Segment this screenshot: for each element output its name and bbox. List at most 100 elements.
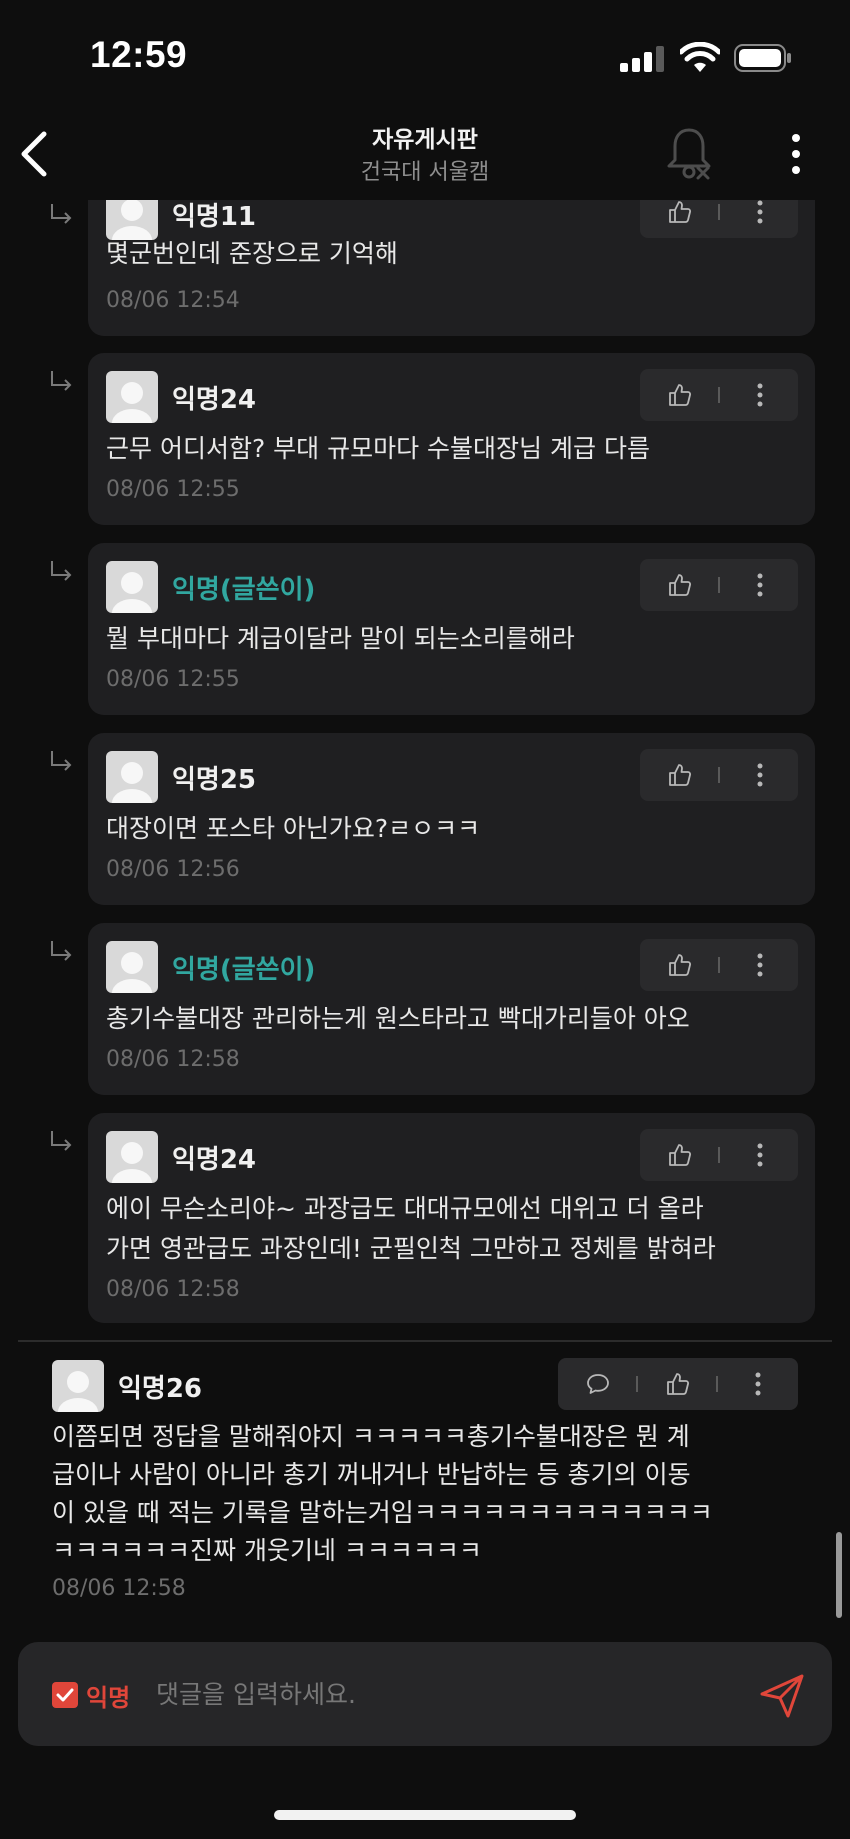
reply-card: 익명25 대장이면 포스타 아닌가요?ㄹㅇㅋㅋ 08/06 12:56 bbox=[88, 733, 815, 905]
thumbs-up-icon bbox=[669, 764, 692, 786]
reply-arrow-icon bbox=[51, 371, 72, 391]
like-button[interactable] bbox=[650, 749, 710, 801]
comment-actions bbox=[640, 749, 798, 801]
more-vertical-icon bbox=[757, 573, 763, 597]
comment-timestamp: 08/06 12:56 bbox=[106, 857, 240, 882]
comment-author: 익명11 bbox=[172, 202, 257, 232]
comment-timestamp: 08/06 12:58 bbox=[106, 1047, 240, 1072]
comment-timestamp: 08/06 12:58 bbox=[106, 1277, 240, 1302]
checkmark-icon bbox=[56, 1688, 74, 1702]
thumbs-up-icon bbox=[669, 954, 692, 976]
avatar bbox=[106, 371, 158, 423]
comment-feed[interactable]: 익명11 몇군번인데 준장으로 기억해 08/06 12:54 익명24 근무 … bbox=[0, 200, 850, 1632]
avatar bbox=[52, 1360, 104, 1412]
comment-input[interactable] bbox=[156, 1670, 716, 1718]
comment-body: 이쯤되면 정답을 말해줘야지 ㅋㅋㅋㅋㅋ총기수불대장은 뭔 계 급이나 사람이 … bbox=[52, 1422, 713, 1565]
like-button[interactable] bbox=[650, 939, 710, 991]
status-bar: 12:59 bbox=[0, 0, 850, 110]
comment-body: 뭘 부대마다 계급이달라 말이 되는소리를해라 bbox=[106, 624, 575, 653]
comment-timestamp: 08/06 12:54 bbox=[106, 288, 240, 313]
more-vertical-icon bbox=[757, 200, 763, 224]
board-subtitle: 건국대 서울캠 bbox=[360, 160, 490, 185]
more-vertical-icon bbox=[755, 1372, 761, 1396]
reply-item: 익명(글쓴이) 뭘 부대마다 계급이달라 말이 되는소리를해라 08/06 12… bbox=[0, 543, 850, 715]
more-vertical-icon bbox=[757, 1143, 763, 1167]
comment-actions bbox=[640, 200, 798, 238]
comment-more-button[interactable] bbox=[730, 559, 790, 611]
reply-arrow-icon bbox=[51, 1131, 72, 1151]
status-time: 12:59 bbox=[90, 34, 188, 75]
action-separator bbox=[718, 1147, 720, 1163]
comment-author: 익명25 bbox=[172, 765, 257, 795]
comment-body: 총기수불대장 관리하는게 원스타라고 빡대가리들아 아오 bbox=[106, 1004, 690, 1033]
action-separator bbox=[716, 1376, 718, 1392]
comment-more-button[interactable] bbox=[730, 939, 790, 991]
reply-arrow-icon bbox=[51, 561, 72, 581]
comment-author: 익명26 bbox=[118, 1374, 203, 1404]
comment-more-button[interactable] bbox=[730, 369, 790, 421]
send-icon[interactable] bbox=[758, 1672, 806, 1720]
comment-composer: 익명 bbox=[18, 1642, 832, 1746]
like-button[interactable] bbox=[648, 1358, 708, 1410]
battery-icon bbox=[734, 44, 791, 72]
bell-off-icon[interactable] bbox=[664, 126, 714, 182]
comment-actions bbox=[640, 939, 798, 991]
comment-timestamp: 08/06 12:58 bbox=[52, 1576, 186, 1601]
comment-more-button[interactable] bbox=[730, 749, 790, 801]
comment-timestamp: 08/06 12:55 bbox=[106, 477, 240, 502]
more-vertical-icon bbox=[757, 763, 763, 787]
reply-item: 익명11 몇군번인데 준장으로 기억해 08/06 12:54 bbox=[0, 200, 850, 340]
comment-author: 익명24 bbox=[172, 385, 257, 415]
action-separator bbox=[718, 767, 720, 783]
comment-body: 에이 무슨소리야~ 과장급도 대대규모에선 대위고 더 올라 가면 영관급도 과… bbox=[106, 1194, 716, 1263]
comment-actions bbox=[640, 1129, 798, 1181]
reply-card: 익명(글쓴이) 총기수불대장 관리하는게 원스타라고 빡대가리들아 아오 08/… bbox=[88, 923, 815, 1095]
avatar bbox=[106, 941, 158, 993]
action-separator bbox=[718, 204, 720, 220]
reply-button[interactable] bbox=[568, 1358, 628, 1410]
reply-item: 익명24 에이 무슨소리야~ 과장급도 대대규모에선 대위고 더 올라 가면 영… bbox=[0, 1113, 850, 1325]
thumbs-up-icon bbox=[669, 574, 692, 596]
more-vertical-icon[interactable] bbox=[784, 128, 808, 180]
comment-more-button[interactable] bbox=[728, 1358, 788, 1410]
cellular-signal-icon bbox=[620, 46, 664, 72]
reply-item: 익명(글쓴이) 총기수불대장 관리하는게 원스타라고 빡대가리들아 아오 08/… bbox=[0, 923, 850, 1095]
thumbs-up-icon bbox=[669, 384, 692, 406]
like-button[interactable] bbox=[650, 369, 710, 421]
anonymous-checkbox[interactable] bbox=[52, 1682, 78, 1708]
comment-body: 몇군번인데 준장으로 기억해 bbox=[106, 239, 398, 268]
comment-author-op: 익명(글쓴이) bbox=[172, 955, 316, 985]
nav-header: 자유게시판 건국대 서울캠 bbox=[0, 110, 850, 200]
like-button[interactable] bbox=[650, 200, 710, 238]
comment-body: 대장이면 포스타 아닌가요?ㄹㅇㅋㅋ bbox=[106, 814, 481, 843]
reply-item: 익명25 대장이면 포스타 아닌가요?ㄹㅇㅋㅋ 08/06 12:56 bbox=[0, 733, 850, 905]
reply-arrow-icon bbox=[51, 751, 72, 771]
wifi-icon bbox=[680, 42, 720, 72]
comment-more-button[interactable] bbox=[730, 1129, 790, 1181]
comment-body: 근무 어디서함? 부대 규모마다 수불대장님 계급 다름 bbox=[106, 434, 650, 463]
reply-card: 익명11 몇군번인데 준장으로 기억해 08/06 12:54 bbox=[88, 200, 815, 336]
reply-card: 익명24 근무 어디서함? 부대 규모마다 수불대장님 계급 다름 08/06 … bbox=[88, 353, 815, 525]
board-title: 자유게시판 bbox=[372, 127, 478, 153]
thumbs-up-icon bbox=[669, 1144, 692, 1166]
like-button[interactable] bbox=[650, 559, 710, 611]
comment-author: 익명24 bbox=[172, 1145, 257, 1175]
comment-actions bbox=[640, 369, 798, 421]
reply-item: 익명24 근무 어디서함? 부대 규모마다 수불대장님 계급 다름 08/06 … bbox=[0, 353, 850, 525]
comment-author-op: 익명(글쓴이) bbox=[172, 575, 316, 605]
action-separator bbox=[636, 1376, 638, 1392]
more-vertical-icon bbox=[757, 383, 763, 407]
comment-item: 익명26 이쯤되면 정답을 말해줘야지 ㅋㅋㅋㅋㅋ총기수불대장은 뭔 계 급이나… bbox=[0, 1350, 850, 1620]
avatar bbox=[106, 561, 158, 613]
like-button[interactable] bbox=[650, 1129, 710, 1181]
avatar bbox=[106, 1131, 158, 1183]
comment-divider bbox=[18, 1340, 832, 1342]
avatar bbox=[106, 751, 158, 803]
home-indicator bbox=[274, 1810, 576, 1820]
anonymous-label[interactable]: 익명 bbox=[86, 1678, 130, 1713]
scrollbar[interactable] bbox=[836, 1532, 842, 1618]
reply-card: 익명(글쓴이) 뭘 부대마다 계급이달라 말이 되는소리를해라 08/06 12… bbox=[88, 543, 815, 715]
reply-arrow-icon bbox=[51, 941, 72, 961]
action-separator bbox=[718, 577, 720, 593]
comment-more-button[interactable] bbox=[730, 200, 790, 238]
